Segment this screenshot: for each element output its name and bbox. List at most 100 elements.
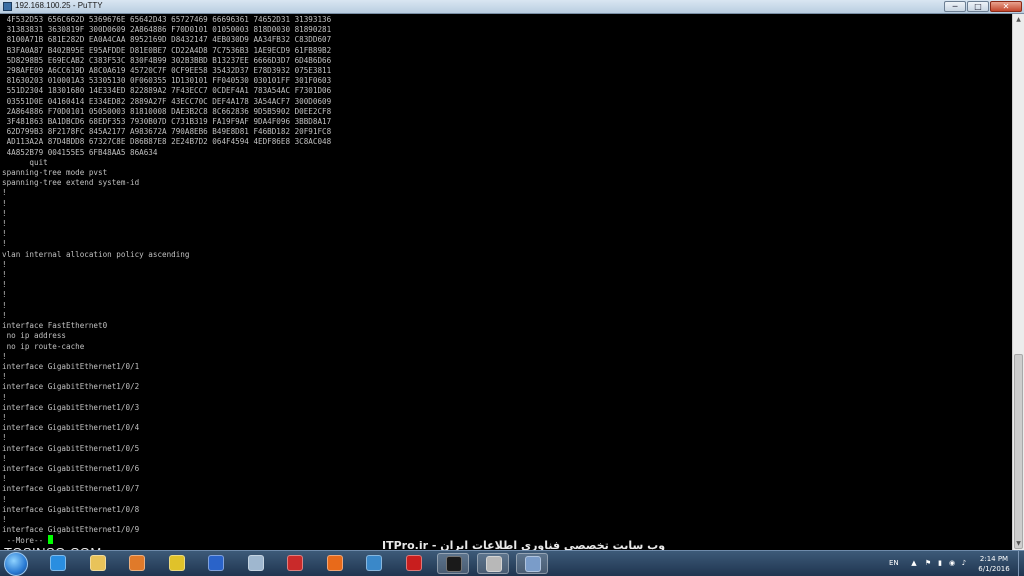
terminal-line: interface FastEthernet0 (2, 321, 108, 331)
terminal-line: ! (2, 433, 7, 443)
terminal-line: ! (2, 494, 7, 504)
close-button[interactable]: ✕ (990, 1, 1022, 12)
network-connection-icon (366, 555, 382, 571)
terminal-line: ! (2, 239, 7, 249)
window-title: 192.168.100.25 - PuTTY (15, 1, 103, 10)
terminal-line: ! (2, 280, 7, 290)
terminal-line: interface GigabitEthernet1/0/3 (2, 402, 140, 412)
terminal-cursor (47, 535, 53, 545)
adobe-reader-taskbar-button[interactable] (398, 553, 430, 574)
putty-app-icon[interactable] (3, 2, 12, 11)
vertical-scrollbar[interactable]: ▲ ▼ (1012, 14, 1024, 550)
file-explorer-taskbar-button[interactable] (82, 553, 114, 574)
media-player-icon (129, 555, 145, 571)
terminal-line: 4F532D53 656C662D 5369676E 65642D43 6572… (6, 15, 332, 24)
terminal-line: ! (2, 351, 7, 361)
scroll-up-arrow-icon[interactable]: ▲ (1013, 14, 1024, 26)
outlook-icon (208, 555, 224, 571)
language-indicator[interactable]: EN (889, 559, 899, 567)
volume-icon[interactable]: ♪ (960, 559, 968, 567)
clock-time: 2:14 PM (979, 555, 1009, 563)
terminal-line: ! (2, 412, 7, 422)
maximize-button[interactable]: □ (967, 1, 989, 12)
terminal-line: ! (2, 188, 7, 198)
title-bar[interactable]: 192.168.100.25 - PuTTY ─ □ ✕ (0, 0, 1024, 14)
terminal-line: ! (2, 219, 7, 229)
show-hidden-icons-icon[interactable]: ▲ (910, 559, 918, 567)
terminal-line: ! (2, 300, 7, 310)
network-icon[interactable]: ◉ (948, 559, 956, 567)
kaspersky-icon (287, 555, 303, 571)
terminal-line: 31383831 3630819F 300D0609 2A864886 F70D… (6, 25, 332, 35)
putty-taskbar-button[interactable] (516, 553, 548, 574)
terminal-line: ! (2, 229, 7, 239)
terminal-line: spanning-tree extend system-id (2, 178, 140, 188)
show-desktop-button[interactable] (1018, 551, 1024, 576)
notepad-taskbar-button[interactable] (240, 553, 272, 574)
clock-date: 6/1/2016 (978, 565, 1010, 573)
terminal-text: 4F532D53 656C662D 5369676E 65642D43 6572… (2, 15, 1010, 547)
adobe-reader-icon (405, 555, 422, 571)
kaspersky-taskbar-button[interactable] (279, 553, 311, 574)
network-connection-taskbar-button[interactable] (358, 553, 390, 574)
start-button[interactable] (4, 552, 28, 576)
terminal-line: 4A852B79 004155E5 6FB48AA5 86A634 (6, 147, 158, 157)
terminal-line: ! (2, 270, 7, 280)
scroll-thumb[interactable] (1014, 354, 1023, 549)
firefox-taskbar-button[interactable] (319, 553, 351, 574)
action-center-icon[interactable]: ⚑ (924, 559, 932, 567)
more-prompt: --More-- (2, 536, 48, 546)
terminal-line: ! (2, 198, 7, 208)
terminal-line: interface GigabitEthernet1/0/8 (2, 504, 140, 514)
terminal-line: ! (2, 208, 7, 218)
terminal-line: 298AFE09 A6CC619D A8C0A619 45720C7F 0CF9… (6, 66, 332, 76)
command-prompt-taskbar-button[interactable] (437, 553, 469, 574)
terminal-line: 2A864886 F70D0101 05050003 81810008 DAE3… (6, 106, 332, 116)
battery-icon[interactable]: ▮ (936, 559, 944, 567)
terminal-output[interactable]: 4F532D53 656C662D 5369676E 65642D43 6572… (2, 15, 1010, 550)
terminal-line: ! (2, 453, 7, 463)
terminal-line: no ip address (6, 331, 67, 341)
terminal-line: ! (2, 474, 7, 484)
terminal-line: AD113A2A 87D4BDD8 67327C8E D86B87E8 2E24… (6, 137, 332, 147)
scroll-down-arrow-icon[interactable]: ▼ (1013, 538, 1024, 550)
terminal-line: 03551D0E 04160414 E334ED82 2889A27F 43EC… (6, 96, 332, 106)
terminal-line: 62D799B3 8F2178FC 845A2177 A983672A 790A… (6, 127, 332, 137)
tools-icon (485, 556, 502, 572)
minimize-button[interactable]: ─ (944, 1, 966, 12)
terminal-line: quit (29, 157, 48, 167)
terminal-line: ! (2, 290, 7, 300)
command-prompt-icon (446, 556, 462, 572)
terminal-line: interface GigabitEthernet1/0/2 (2, 382, 140, 392)
terminal-line: no ip route-cache (6, 341, 85, 351)
terminal-line: 3F481863 BA1DBCD6 68EDF353 7930B07D C731… (6, 117, 332, 127)
terminal-line: ! (2, 372, 7, 382)
terminal-line: 81630203 010001A3 53305130 0F060355 1D13… (6, 76, 332, 86)
tools-taskbar-button[interactable] (476, 553, 509, 574)
terminal-line: ! (2, 514, 7, 524)
terminal-line: ! (2, 310, 7, 320)
terminal-line: B3FA0A87 B402B95E E95AFDDE D81E0BE7 CD22… (6, 45, 332, 55)
chrome-taskbar-button[interactable] (161, 553, 193, 574)
terminal-line: interface GigabitEthernet1/0/5 (2, 443, 140, 453)
terminal-line: interface GigabitEthernet1/0/6 (2, 463, 140, 473)
terminal-line: spanning-tree mode pvst (2, 168, 108, 178)
terminal-line: vlan internal allocation policy ascendin… (2, 249, 190, 259)
terminal-line: interface GigabitEthernet1/0/4 (2, 423, 140, 433)
notepad-icon (247, 555, 264, 571)
media-player-taskbar-button[interactable] (121, 553, 153, 574)
taskbar: EN ▲ ⚑ ▮ ◉ ♪ 2:14 PM 6/1/2016 (0, 550, 1024, 576)
putty-icon (525, 556, 541, 572)
terminal-line: interface GigabitEthernet1/0/7 (2, 484, 140, 494)
terminal-line: 8100A71B 681E282D EA0A4CAA 8952169D D843… (6, 35, 332, 45)
outlook-taskbar-button[interactable] (200, 553, 232, 574)
terminal-line: 551D2304 18301680 14E334ED 822889A2 7F43… (6, 86, 332, 96)
chrome-icon (168, 555, 185, 571)
terminal-line: 5D8298B5 E69ECAB2 C383F53C 830F4B99 302B… (6, 55, 332, 65)
terminal-line: interface GigabitEthernet1/0/1 (2, 361, 140, 371)
internet-explorer-taskbar-button[interactable] (42, 553, 74, 574)
firefox-icon (326, 555, 343, 571)
clock[interactable]: 2:14 PM 6/1/2016 (972, 554, 1016, 574)
terminal-line: interface GigabitEthernet1/0/9 (2, 525, 140, 535)
internet-explorer-icon (50, 555, 66, 571)
